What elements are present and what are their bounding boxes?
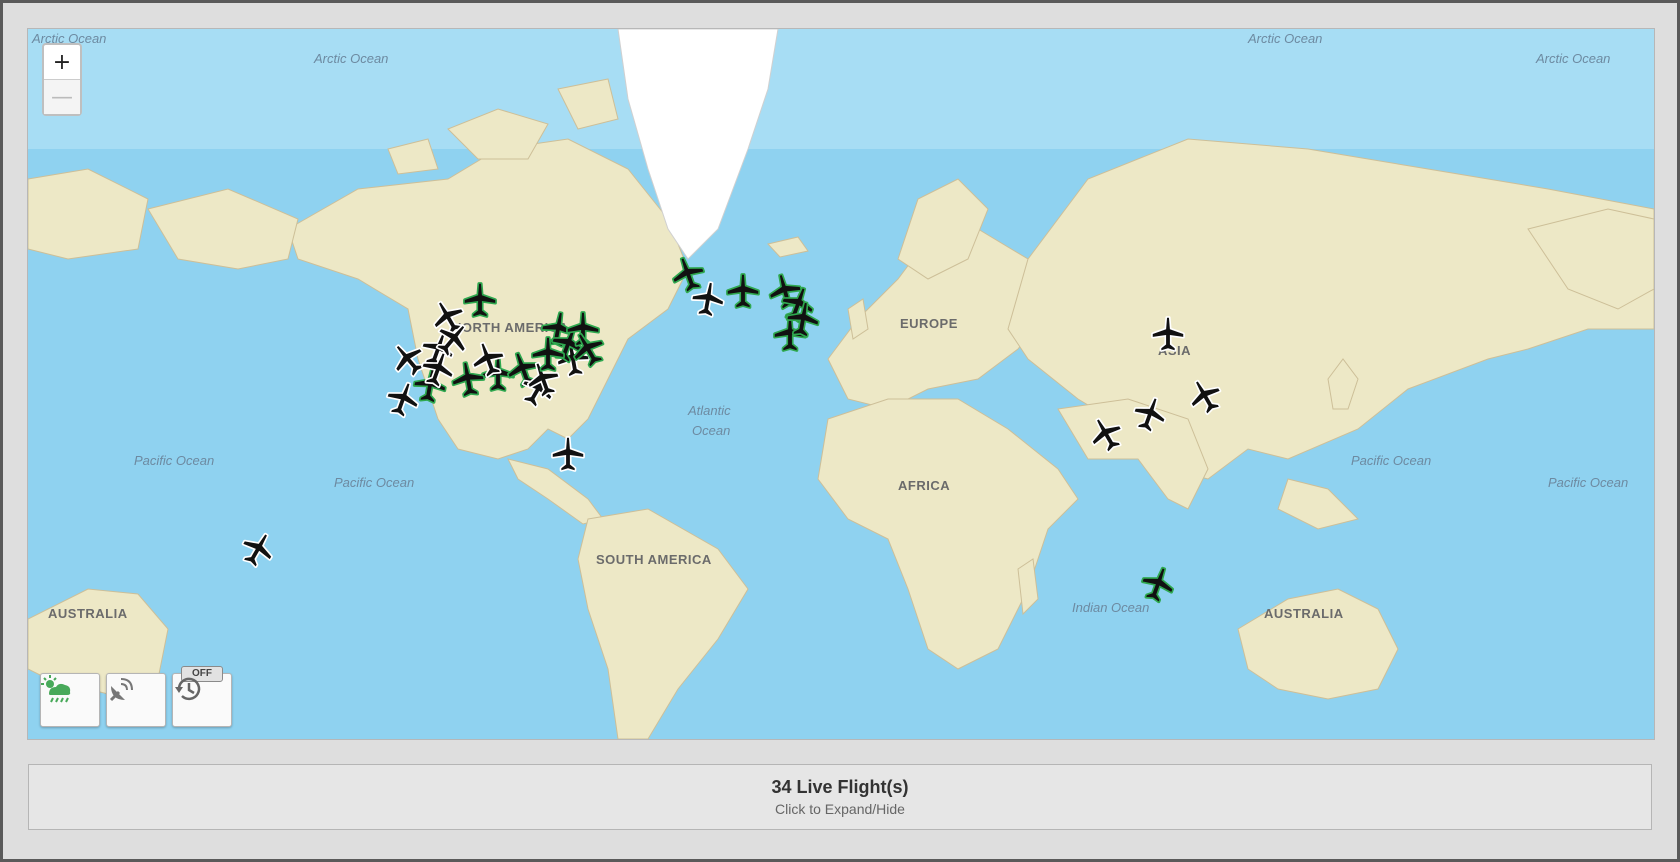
map-label-ocean: Arctic Ocean [1536, 51, 1611, 66]
map-label-continent: AFRICA [898, 478, 951, 493]
airplane-icon-white[interactable] [548, 434, 588, 474]
zoom-out-button[interactable]: — [44, 80, 80, 114]
map-basemap [28, 29, 1654, 739]
airplane-icon-white[interactable] [383, 379, 423, 419]
map-label-ocean: Arctic Ocean [1248, 31, 1323, 46]
airplane-icon-green[interactable] [528, 334, 568, 374]
airplane-icon-white[interactable] [1130, 394, 1170, 434]
map-label-continent: AUSTRALIA [48, 606, 128, 621]
map-label-continent: EUROPE [900, 316, 958, 331]
map-label-ocean: Pacific Ocean [134, 453, 215, 468]
airplane-icon-green[interactable] [1138, 564, 1178, 604]
airplane-icon-white[interactable] [238, 529, 278, 569]
map-label-ocean: Pacific Ocean [1548, 475, 1629, 490]
airplane-icon-white[interactable] [1185, 376, 1225, 416]
live-flights-panel[interactable]: 34 Live Flight(s) Click to Expand/Hide [28, 764, 1652, 830]
airplane-icon-green[interactable] [723, 271, 763, 311]
zoom-in-button[interactable]: + [44, 45, 80, 80]
live-flights-count: 34 Live Flight(s) [771, 777, 909, 797]
airplane-icon-white[interactable] [1086, 414, 1126, 454]
world-map[interactable]: Arctic Ocean Arctic Ocean Arctic Ocean A… [27, 28, 1655, 740]
weather-button[interactable] [40, 673, 100, 727]
map-label-continent: AUSTRALIA [1264, 606, 1344, 621]
map-label-ocean: Arctic Ocean [314, 51, 389, 66]
map-label-ocean: Pacific Ocean [334, 475, 415, 490]
airplane-icon-green[interactable] [568, 329, 608, 369]
history-icon [175, 677, 201, 701]
map-label-continent: SOUTH AMERICA [596, 552, 712, 567]
airplane-icon-white[interactable] [1148, 314, 1188, 354]
map-label-ocean: Pacific Ocean [1351, 453, 1432, 468]
tracking-button[interactable] [106, 673, 166, 727]
satellite-dish-icon [109, 678, 133, 702]
map-label-ocean: Atlantic [688, 403, 731, 418]
airplane-icon-white[interactable] [688, 279, 728, 319]
map-label-ocean: Ocean [692, 423, 731, 438]
live-flights-hint: Click to Expand/Hide [775, 801, 905, 817]
history-button[interactable]: OFF [172, 666, 232, 727]
zoom-control: + — [42, 43, 82, 116]
airplane-icon-green[interactable] [448, 359, 488, 399]
weather-radar-icon [41, 675, 71, 703]
airplane-icon-green[interactable] [783, 299, 823, 339]
